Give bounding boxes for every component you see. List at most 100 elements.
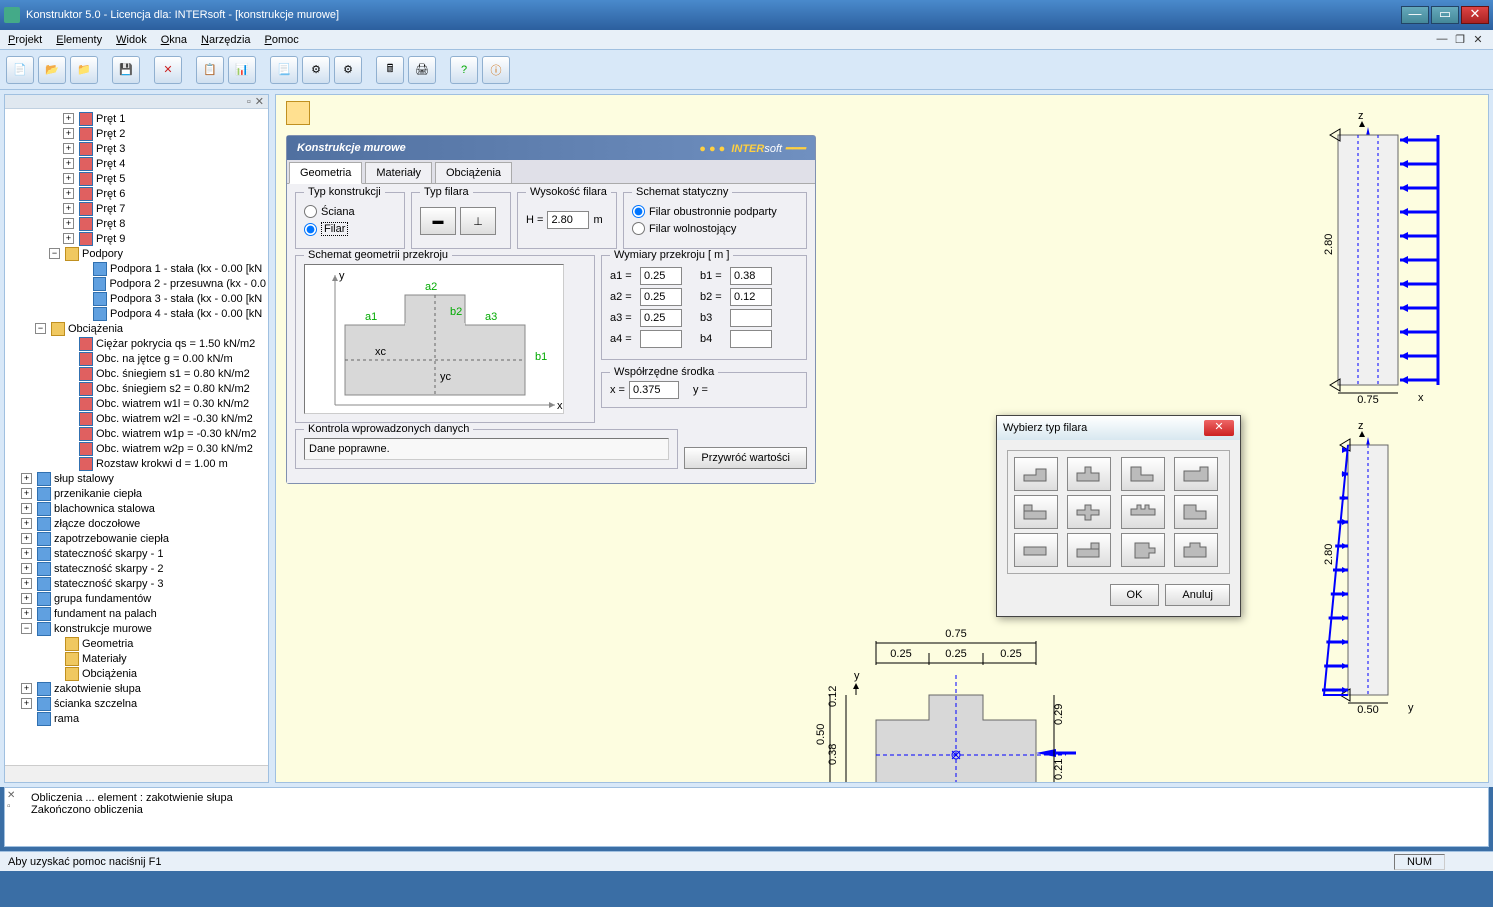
tree-node[interactable]: +Pręt 6: [7, 186, 266, 201]
shape-btn-2[interactable]: ⊥: [460, 207, 496, 235]
tree-node[interactable]: +ścianka szczelna: [7, 696, 266, 711]
tree-node[interactable]: Obc. wiatrem w2p = 0.30 kN/m2: [7, 441, 266, 456]
btn-restore[interactable]: Przywróć wartości: [684, 447, 807, 469]
tb-new[interactable]: 📄: [6, 56, 34, 84]
radio-obustronnie[interactable]: Filar obustronnie podparty: [632, 205, 798, 218]
tb-delete[interactable]: ✕: [154, 56, 182, 84]
tree-node[interactable]: +zapotrzebowanie ciepła: [7, 531, 266, 546]
tree-node[interactable]: Obc. wiatrem w1p = -0.30 kN/m2: [7, 426, 266, 441]
radio-sciana[interactable]: Ściana: [304, 205, 396, 218]
input-a2[interactable]: [640, 288, 682, 306]
tb-page[interactable]: 📃: [270, 56, 298, 84]
tree-node[interactable]: +blachownica stalowa: [7, 501, 266, 516]
mdi-minimize[interactable]: —: [1435, 33, 1449, 47]
tree-node[interactable]: +zakotwienie słupa: [7, 681, 266, 696]
tree-node[interactable]: +Pręt 7: [7, 201, 266, 216]
tree-node[interactable]: Geometria: [7, 636, 266, 651]
input-a4[interactable]: [640, 330, 682, 348]
menu-okna[interactable]: Okna: [161, 34, 187, 46]
input-a3[interactable]: [640, 309, 682, 327]
mdi-close[interactable]: ✕: [1471, 33, 1485, 47]
tree-node[interactable]: Obc. śniegiem s1 = 0.80 kN/m2: [7, 366, 266, 381]
shape-4[interactable]: [1174, 457, 1218, 491]
tree-node[interactable]: Rozstaw krokwi d = 1.00 m: [7, 456, 266, 471]
tree-node[interactable]: +Pręt 8: [7, 216, 266, 231]
tb-doc[interactable]: 📋: [196, 56, 224, 84]
minimize-button[interactable]: —: [1401, 6, 1429, 24]
tree-node[interactable]: Materiały: [7, 651, 266, 666]
tb-export[interactable]: 📊: [228, 56, 256, 84]
tree-node[interactable]: +słup stalowy: [7, 471, 266, 486]
shape-6[interactable]: [1067, 495, 1111, 529]
input-b2[interactable]: [730, 288, 772, 306]
tree-node[interactable]: Obciążenia: [7, 666, 266, 681]
tree-node[interactable]: Obc. na jętce g = 0.00 kN/m: [7, 351, 266, 366]
menu-elementy[interactable]: Elementy: [56, 34, 102, 46]
input-b3[interactable]: [730, 309, 772, 327]
dialog-cancel[interactable]: Anuluj: [1165, 584, 1230, 606]
tree-node[interactable]: −konstrukcje murowe: [7, 621, 266, 636]
tree-node[interactable]: Obc. wiatrem w2l = -0.30 kN/m2: [7, 411, 266, 426]
dialog-ok[interactable]: OK: [1110, 584, 1160, 606]
menu-narzedzia[interactable]: Narzędzia: [201, 34, 251, 46]
tree-node[interactable]: rama: [7, 711, 266, 726]
tab-obciazenia[interactable]: Obciążenia: [435, 162, 512, 184]
tree-node[interactable]: +Pręt 2: [7, 126, 266, 141]
canvas-tab-icon[interactable]: [286, 101, 310, 125]
tb-help[interactable]: ?: [450, 56, 478, 84]
tree-node[interactable]: +przenikanie ciepła: [7, 486, 266, 501]
tree-node[interactable]: Obc. wiatrem w1l = 0.30 kN/m2: [7, 396, 266, 411]
tab-materialy[interactable]: Materiały: [365, 162, 432, 184]
tab-geometria[interactable]: Geometria: [289, 162, 362, 184]
shape-btn-1[interactable]: ▬: [420, 207, 456, 235]
tree-pin-icon[interactable]: ▫: [247, 96, 251, 108]
tb-calc[interactable]: 🖩: [376, 56, 404, 84]
x-input[interactable]: [629, 381, 679, 399]
input-b1[interactable]: [730, 267, 772, 285]
tree-node[interactable]: −Podpory: [7, 246, 266, 261]
tree-node[interactable]: +Pręt 4: [7, 156, 266, 171]
radio-filar[interactable]: Filar: [304, 222, 396, 236]
radio-wolno[interactable]: Filar wolnostojący: [632, 222, 798, 235]
tree-node[interactable]: +Pręt 1: [7, 111, 266, 126]
tree-hscroll[interactable]: [5, 765, 268, 782]
tree-close-icon[interactable]: ✕: [255, 95, 264, 108]
shape-12[interactable]: [1174, 533, 1218, 567]
input-a1[interactable]: [640, 267, 682, 285]
dialog-title[interactable]: Wybierz typ filara ✕: [997, 416, 1240, 440]
tb-open2[interactable]: 📁: [70, 56, 98, 84]
tree-node[interactable]: +Pręt 3: [7, 141, 266, 156]
tree-node[interactable]: +fundament na palach: [7, 606, 266, 621]
tree-node[interactable]: +Pręt 5: [7, 171, 266, 186]
shape-11[interactable]: [1121, 533, 1165, 567]
tb-info[interactable]: ⓘ: [482, 56, 510, 84]
tb-open[interactable]: 📂: [38, 56, 66, 84]
shape-10[interactable]: [1067, 533, 1111, 567]
menu-widok[interactable]: Widok: [116, 34, 147, 46]
input-b4[interactable]: [730, 330, 772, 348]
dialog-close-button[interactable]: ✕: [1204, 420, 1234, 436]
h-input[interactable]: [547, 211, 589, 229]
shape-1[interactable]: [1014, 457, 1058, 491]
tree-node[interactable]: +stateczność skarpy - 2: [7, 561, 266, 576]
shape-3[interactable]: [1121, 457, 1165, 491]
mdi-restore[interactable]: ❐: [1453, 33, 1467, 47]
tree-node[interactable]: +stateczność skarpy - 1: [7, 546, 266, 561]
tree-node[interactable]: Podpora 1 - stała (kx - 0.00 [kN: [7, 261, 266, 276]
tree-node[interactable]: Podpora 4 - stała (kx - 0.00 [kN: [7, 306, 266, 321]
tb-print[interactable]: 🖨: [408, 56, 436, 84]
close-button[interactable]: ✕: [1461, 6, 1489, 24]
tree-node[interactable]: −Obciążenia: [7, 321, 266, 336]
maximize-button[interactable]: ▭: [1431, 6, 1459, 24]
shape-7[interactable]: [1121, 495, 1165, 529]
tree-node[interactable]: Obc. śniegiem s2 = 0.80 kN/m2: [7, 381, 266, 396]
tree-node[interactable]: Podpora 2 - przesuwna (kx - 0.0: [7, 276, 266, 291]
menu-pomoc[interactable]: Pomoc: [265, 34, 299, 46]
menu-projekt[interactable]: Projekt: [8, 34, 42, 46]
shape-2[interactable]: [1067, 457, 1111, 491]
shape-9[interactable]: [1014, 533, 1058, 567]
shape-5[interactable]: [1014, 495, 1058, 529]
tree-node[interactable]: +złącze doczołowe: [7, 516, 266, 531]
shape-8[interactable]: [1174, 495, 1218, 529]
tree-node[interactable]: +stateczność skarpy - 3: [7, 576, 266, 591]
